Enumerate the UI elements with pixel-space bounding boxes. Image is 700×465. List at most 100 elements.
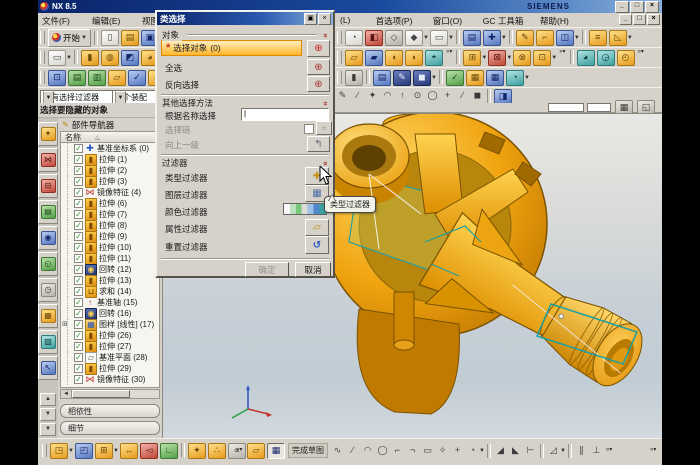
reuse-library-tab[interactable]: ▤ — [38, 200, 58, 224]
dialog-close-button[interactable]: × — [318, 13, 331, 25]
tree-item[interactable]: ✓⋈镜像特征 (30) — [61, 374, 159, 385]
profile-icon[interactable]: ∿ — [331, 444, 344, 458]
expand-icon[interactable]: ⊞ — [62, 321, 68, 328]
sheet-gold-icon[interactable]: ▱ — [345, 50, 363, 66]
feature-checkbox[interactable]: ✓ — [74, 166, 83, 175]
tree-item[interactable]: ✓⊔求和 (14) — [61, 286, 159, 297]
line-snap-icon[interactable]: ∕ — [351, 89, 364, 103]
resource-scroll-down-button[interactable]: ▼ — [40, 408, 56, 421]
assembly-constraint-icon[interactable]: ∟ — [160, 443, 178, 459]
invert-selection-button[interactable]: ⊕ — [307, 76, 330, 92]
tree-item[interactable]: ✓✚基准坐标系 (0) — [61, 143, 159, 154]
new-file-icon[interactable]: ▯ — [101, 30, 119, 46]
feature-checkbox[interactable]: ✓ — [74, 144, 83, 153]
toolbar-grip[interactable] — [40, 71, 45, 84]
feature-checkbox[interactable]: ✓ — [74, 342, 83, 351]
block-tool-icon[interactable]: ◩ — [121, 50, 139, 66]
layers-icon[interactable]: ▤ — [68, 70, 86, 86]
revolve-tool-icon[interactable]: ◍ — [101, 50, 119, 66]
bend-right-icon[interactable]: ◗ — [405, 50, 423, 66]
render-style-dropdown[interactable]: ▭ — [48, 50, 66, 66]
feature-checkbox[interactable]: ✓ — [74, 221, 83, 230]
point-icon[interactable]: + — [451, 444, 464, 458]
tree-item[interactable]: ✓▮拉伸 (29) — [61, 363, 159, 374]
tree-item[interactable]: ✓▮拉伸 (27) — [61, 341, 159, 352]
feature-checkbox[interactable]: ✓ — [74, 364, 83, 373]
toolbar-grip[interactable] — [40, 51, 45, 64]
feature-checkbox[interactable]: ✓ — [74, 276, 83, 285]
coordinate-box[interactable] — [548, 103, 584, 112]
feature-checkbox[interactable]: ✓ — [74, 199, 83, 208]
extrude-tool-icon[interactable]: ▮ — [81, 50, 99, 66]
overflow-icon[interactable]: »▾ — [559, 50, 565, 66]
fan-teal2-icon[interactable]: ◶ — [597, 50, 615, 66]
circle-snap-icon[interactable]: ◯ — [426, 89, 439, 103]
part-navigator-tab[interactable]: ⊟ — [38, 174, 58, 198]
polygon-icon[interactable]: ✧ — [436, 444, 449, 458]
spline-icon[interactable]: ◔ — [466, 444, 479, 458]
explode-icon[interactable]: ✦ — [188, 443, 206, 459]
overflow-icon[interactable]: »▾ — [650, 448, 656, 453]
note-gold-icon[interactable]: ▱ — [108, 70, 126, 86]
select-by-name-input[interactable]: | — [241, 108, 329, 121]
resource-scroll-up-button[interactable]: ▲ — [40, 393, 56, 406]
menu-item[interactable]: GC 工具箱 — [481, 15, 526, 27]
dialog-clip-button[interactable]: ▣ — [304, 13, 317, 25]
overflow-icon[interactable]: »▾ — [638, 50, 644, 66]
tree-item[interactable]: ✓▮拉伸 (26) — [61, 330, 159, 341]
collapse-chevron-icon[interactable]: « — [320, 101, 329, 105]
reset-filter-button[interactable]: ↺ — [305, 236, 329, 254]
finish-sketch-button[interactable]: 完成草图 — [288, 443, 328, 458]
check-blue-icon[interactable]: ✓ — [128, 70, 146, 86]
feature-checkbox[interactable]: ✓ — [74, 177, 83, 186]
name-column-header[interactable]: 名称△ — [60, 131, 160, 143]
close-button[interactable]: × — [645, 1, 659, 13]
fillet-icon[interactable]: ⌐ — [391, 444, 404, 458]
tree-item[interactable]: ✓▮拉伸 (1) — [61, 154, 159, 165]
rectangle-icon[interactable]: ▭ — [421, 444, 434, 458]
parallel-constraint-icon[interactable]: ∥ — [575, 444, 588, 458]
feature-checkbox[interactable]: ✓ — [74, 188, 83, 197]
select-all-button[interactable]: ⊕ — [307, 59, 330, 75]
toolbar-grip[interactable] — [42, 444, 47, 457]
tree-item[interactable]: ✓▮拉伸 (7) — [61, 209, 159, 220]
dropdown-arrow-icon[interactable]: ▼ — [423, 35, 429, 41]
start-menu-button[interactable]: 开始▼ — [48, 29, 91, 47]
dropdown-arrow-icon[interactable]: ▼ — [68, 448, 74, 454]
feature-checkbox[interactable]: ✓ — [74, 331, 83, 340]
frame-gray-icon[interactable]: ▮ — [345, 70, 363, 86]
extend-icon[interactable]: ◣ — [509, 444, 522, 458]
orient-view-icon[interactable]: ◆ — [405, 30, 423, 46]
coordinate-box[interactable] — [587, 103, 611, 112]
overflow-icon[interactable]: »▾ — [606, 448, 612, 453]
toolbar-grip[interactable] — [337, 51, 342, 64]
color-filter-strip[interactable] — [283, 203, 327, 215]
csys-icon[interactable]: ✚ — [483, 30, 501, 46]
tree-item[interactable]: ✓▱基准平面 (28) — [61, 352, 159, 363]
feature-checkbox[interactable]: ✓ — [74, 210, 83, 219]
arc-icon[interactable]: ◠ — [361, 444, 374, 458]
dropdown-arrow-icon[interactable]: ▼ — [66, 55, 72, 61]
minimize-button[interactable]: _ — [615, 1, 629, 13]
menu-item[interactable]: 文件(F) — [40, 15, 72, 27]
sheet-icon[interactable]: ▤ — [463, 30, 481, 46]
feature-checkbox[interactable]: ✓ — [74, 243, 83, 252]
edit-sketch-icon[interactable]: ✎ — [393, 70, 411, 86]
bend-left-icon[interactable]: ◖ — [385, 50, 403, 66]
cancel-button[interactable]: 取消 — [295, 262, 331, 277]
mdi-minimize-button[interactable]: _ — [619, 14, 632, 25]
feature-checkbox[interactable]: ✓ — [74, 287, 83, 296]
point-snap-icon[interactable]: ✦ — [366, 89, 379, 103]
tree-item[interactable]: ✓▮拉伸 (8) — [61, 220, 159, 231]
toolbar-grip[interactable] — [337, 71, 342, 84]
menu-item[interactable]: 首选项(P) — [374, 15, 415, 27]
toolbar-grip[interactable] — [40, 31, 45, 44]
dropdown-arrow-icon[interactable]: ▼ — [479, 448, 485, 454]
menu-item[interactable]: 窗口(O) — [431, 15, 464, 27]
overflow-icon[interactable]: »▾ — [446, 50, 452, 66]
panel-细节[interactable]: 细节 — [60, 421, 160, 435]
tree-item[interactable]: ✓▮拉伸 (2) — [61, 165, 159, 176]
internet-explorer-tab[interactable]: ◉ — [38, 226, 58, 250]
assembly-navigator-tab[interactable]: ✦ — [38, 122, 58, 146]
solid-block-icon[interactable]: ▰ — [365, 50, 383, 66]
